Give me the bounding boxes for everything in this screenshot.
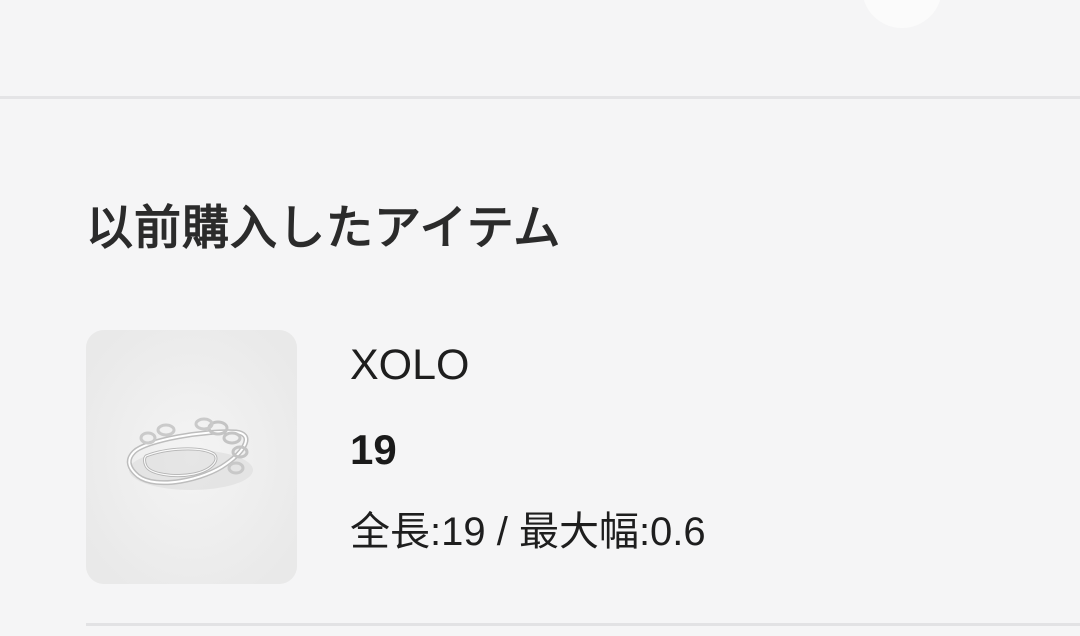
item-divider [86, 623, 1080, 626]
item-thumbnail[interactable] [86, 330, 297, 584]
item-brand: XOLO [350, 341, 470, 389]
item-dimensions: 全長:19 / 最大幅:0.6 [350, 510, 706, 554]
section-divider [0, 96, 1080, 99]
purchase-history-page: 以前購入したアイテム XOLO 19 全長:19 / 最大幅:0.6 [0, 0, 1080, 636]
purchased-item-row[interactable]: XOLO 19 全長:19 / 最大幅:0.6 [86, 330, 1080, 584]
item-size: 19 [350, 426, 397, 473]
silver-chain-ring-image [86, 330, 297, 584]
section-title: 以前購入したアイテム [86, 201, 562, 254]
top-decoration [862, 0, 942, 28]
top-area [0, 0, 1080, 97]
